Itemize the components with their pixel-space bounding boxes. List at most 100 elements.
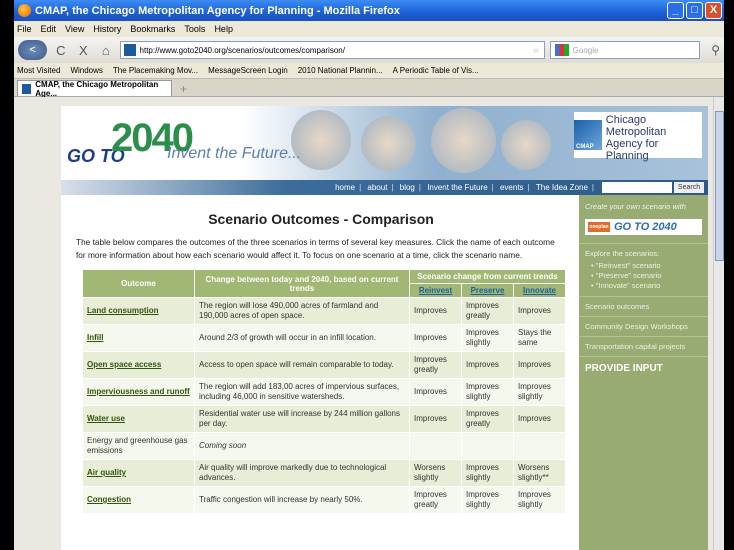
bookmark-placemaking[interactable]: The Placemaking Mov... bbox=[113, 66, 198, 75]
logo-tagline: Invent the Future... bbox=[167, 145, 302, 162]
bookmark-national-planning[interactable]: 2010 National Plannin... bbox=[298, 66, 383, 75]
nav-idea-zone[interactable]: The Idea Zone bbox=[536, 183, 588, 192]
outcomes-table: Outcome Change between today and 2040, b… bbox=[82, 269, 566, 514]
sidebar-scenario-reinvest[interactable]: • "Reinvest" scenario bbox=[585, 261, 702, 271]
bookmark-windows[interactable]: Windows bbox=[70, 66, 102, 75]
bookmark-most-visited[interactable]: Most Visited bbox=[17, 66, 60, 75]
menu-file[interactable]: File bbox=[17, 24, 32, 34]
nav-blog[interactable]: blog bbox=[400, 183, 415, 192]
outcome-link[interactable]: Congestion bbox=[82, 486, 195, 514]
outcome-link[interactable]: Infill bbox=[82, 324, 195, 352]
search-icon[interactable]: ⚲ bbox=[711, 43, 720, 57]
preserve-cell: Improves greatly bbox=[461, 405, 514, 433]
oneplan-icon: oneplan bbox=[588, 222, 610, 232]
google-icon bbox=[554, 44, 569, 56]
bookmarks-toolbar: Most Visited Windows The Placemaking Mov… bbox=[14, 63, 724, 79]
menu-view[interactable]: View bbox=[65, 24, 84, 34]
bookmark-messagescreen[interactable]: MessageScreen Login bbox=[208, 66, 288, 75]
url-bar[interactable]: http://www.goto2040.org/scenarios/outcom… bbox=[119, 41, 545, 59]
reinvest-cell: Improves greatly bbox=[409, 486, 462, 514]
new-tab-button[interactable]: + bbox=[180, 82, 187, 96]
outcome-link[interactable]: Air quality bbox=[82, 459, 195, 487]
preserve-cell: Improves slightly bbox=[461, 378, 514, 406]
cmap-name-line2: Agency for Planning bbox=[605, 138, 659, 162]
navigation-toolbar: < C X ⌂ http://www.goto2040.org/scenario… bbox=[14, 37, 724, 63]
provide-input-link[interactable]: PROVIDE INPUT bbox=[579, 356, 708, 380]
preserve-cell bbox=[461, 432, 514, 460]
bookmark-periodic-table[interactable]: A Periodic Table of Vis... bbox=[393, 66, 479, 75]
cmap-logo[interactable]: CMAP Chicago Metropolitan Agency for Pla… bbox=[574, 112, 702, 162]
top-navigation: home | about | blog | Invent the Future | ev… bbox=[61, 180, 708, 195]
scrollbar-thumb[interactable] bbox=[715, 111, 724, 261]
change-cell: Around 2/3 of growth will occur in an in… bbox=[194, 324, 410, 352]
outcome-link[interactable]: Imperviousness and runoff bbox=[82, 378, 195, 406]
close-button[interactable]: X bbox=[705, 2, 722, 19]
reinvest-cell: Improves bbox=[409, 378, 462, 406]
header-preserve-link[interactable]: Preserve bbox=[471, 286, 505, 295]
banner-photo bbox=[431, 108, 496, 173]
reload-icon[interactable]: C bbox=[52, 43, 69, 58]
tab-cmap[interactable]: CMAP, the Chicago Metropolitan Age... bbox=[17, 79, 172, 98]
reinvest-cell bbox=[409, 432, 462, 460]
minimize-button[interactable]: _ bbox=[667, 2, 684, 19]
search-placeholder: Google bbox=[572, 45, 599, 55]
preserve-cell: Improves slightly bbox=[461, 459, 514, 487]
header-scenario: Scenario change from current trends bbox=[409, 269, 566, 284]
table-row: Energy and greenhouse gas emissions Comi… bbox=[82, 432, 566, 460]
menu-bookmarks[interactable]: Bookmarks bbox=[130, 24, 175, 34]
maximize-button[interactable]: □ bbox=[686, 2, 703, 19]
sidebar-scenario-preserve[interactable]: • "Preserve" scenario bbox=[585, 271, 702, 281]
stop-icon[interactable]: X bbox=[75, 43, 92, 58]
outcome-link[interactable]: Open space access bbox=[82, 351, 195, 379]
outcome-label: Energy and greenhouse gas emissions bbox=[82, 432, 195, 460]
sidebar-scenario-innovate[interactable]: • "Innovate" scenario bbox=[585, 281, 702, 291]
change-cell: Coming soon bbox=[194, 432, 410, 460]
menu-edit[interactable]: Edit bbox=[41, 24, 57, 34]
search-input[interactable]: Google bbox=[549, 41, 701, 59]
web-page: GO TO 2040 Invent the Future... CMAP Chi… bbox=[61, 106, 708, 550]
go2040-badge[interactable]: oneplan GO TO 2040 bbox=[585, 219, 702, 235]
preserve-cell: Improves slightly bbox=[461, 324, 514, 352]
window-title: CMAP, the Chicago Metropolitan Agency fo… bbox=[35, 4, 400, 17]
change-cell: The region will add 183,00 acres of impe… bbox=[194, 378, 410, 406]
preserve-cell: Improves greatly bbox=[461, 297, 514, 325]
nav-home[interactable]: home bbox=[335, 183, 355, 192]
outcome-link[interactable]: Water use bbox=[82, 405, 195, 433]
main-content: Scenario Outcomes - Comparison The table… bbox=[76, 204, 566, 514]
back-button[interactable]: < bbox=[18, 40, 48, 60]
site-search-input[interactable] bbox=[602, 182, 672, 193]
cmap-mark-icon: CMAP bbox=[574, 120, 602, 150]
header-reinvest-link[interactable]: Reinvest bbox=[419, 286, 452, 295]
sidebar-explore: Explore the scenarios: • "Reinvest" scen… bbox=[579, 243, 708, 296]
menu-tools[interactable]: Tools bbox=[184, 24, 205, 34]
url-text: http://www.goto2040.org/scenarios/outcom… bbox=[139, 45, 345, 55]
menu-help[interactable]: Help bbox=[214, 24, 233, 34]
site-banner: GO TO 2040 Invent the Future... CMAP Chi… bbox=[61, 106, 708, 195]
preserve-cell: Improves slightly bbox=[461, 486, 514, 514]
outcome-link[interactable]: Land consumption bbox=[82, 297, 195, 325]
nav-invent[interactable]: Invent the Future bbox=[427, 183, 487, 192]
menu-bar: File Edit View History Bookmarks Tools H… bbox=[14, 21, 724, 37]
table-row: Imperviousness and runoff The region wil… bbox=[82, 378, 566, 406]
vertical-scrollbar[interactable] bbox=[713, 97, 724, 550]
menu-history[interactable]: History bbox=[93, 24, 121, 34]
innovate-cell: Improves bbox=[513, 405, 566, 433]
bookmark-star-icon[interactable]: ☆ bbox=[532, 46, 539, 55]
header-innovate-link[interactable]: Innovate bbox=[523, 286, 556, 295]
sidebar-explore-label: Explore the scenarios: bbox=[585, 249, 660, 258]
table-row: Infill Around 2/3 of growth will occur i… bbox=[82, 324, 566, 352]
header-change: Change between today and 2040, based on … bbox=[194, 269, 410, 298]
sidebar-create-text: Create your own scenario with bbox=[585, 202, 686, 211]
home-icon[interactable]: ⌂ bbox=[97, 43, 114, 58]
sidebar-link-outcomes[interactable]: Scenario outcomes bbox=[579, 296, 708, 316]
tab-label: CMAP, the Chicago Metropolitan Age... bbox=[35, 79, 159, 98]
innovate-cell: Improves slightly bbox=[513, 378, 566, 406]
change-cell: Traffic congestion will increase by near… bbox=[194, 486, 410, 514]
nav-events[interactable]: events bbox=[500, 183, 524, 192]
reinvest-cell: Worsens slightly bbox=[409, 459, 462, 487]
site-favicon-icon bbox=[123, 44, 136, 56]
sidebar-link-workshops[interactable]: Community Design Workshops bbox=[579, 316, 708, 336]
site-search-button[interactable]: Search bbox=[674, 182, 704, 193]
sidebar-link-transportation[interactable]: Transportation capital projects bbox=[579, 336, 708, 356]
nav-about[interactable]: about bbox=[367, 183, 387, 192]
